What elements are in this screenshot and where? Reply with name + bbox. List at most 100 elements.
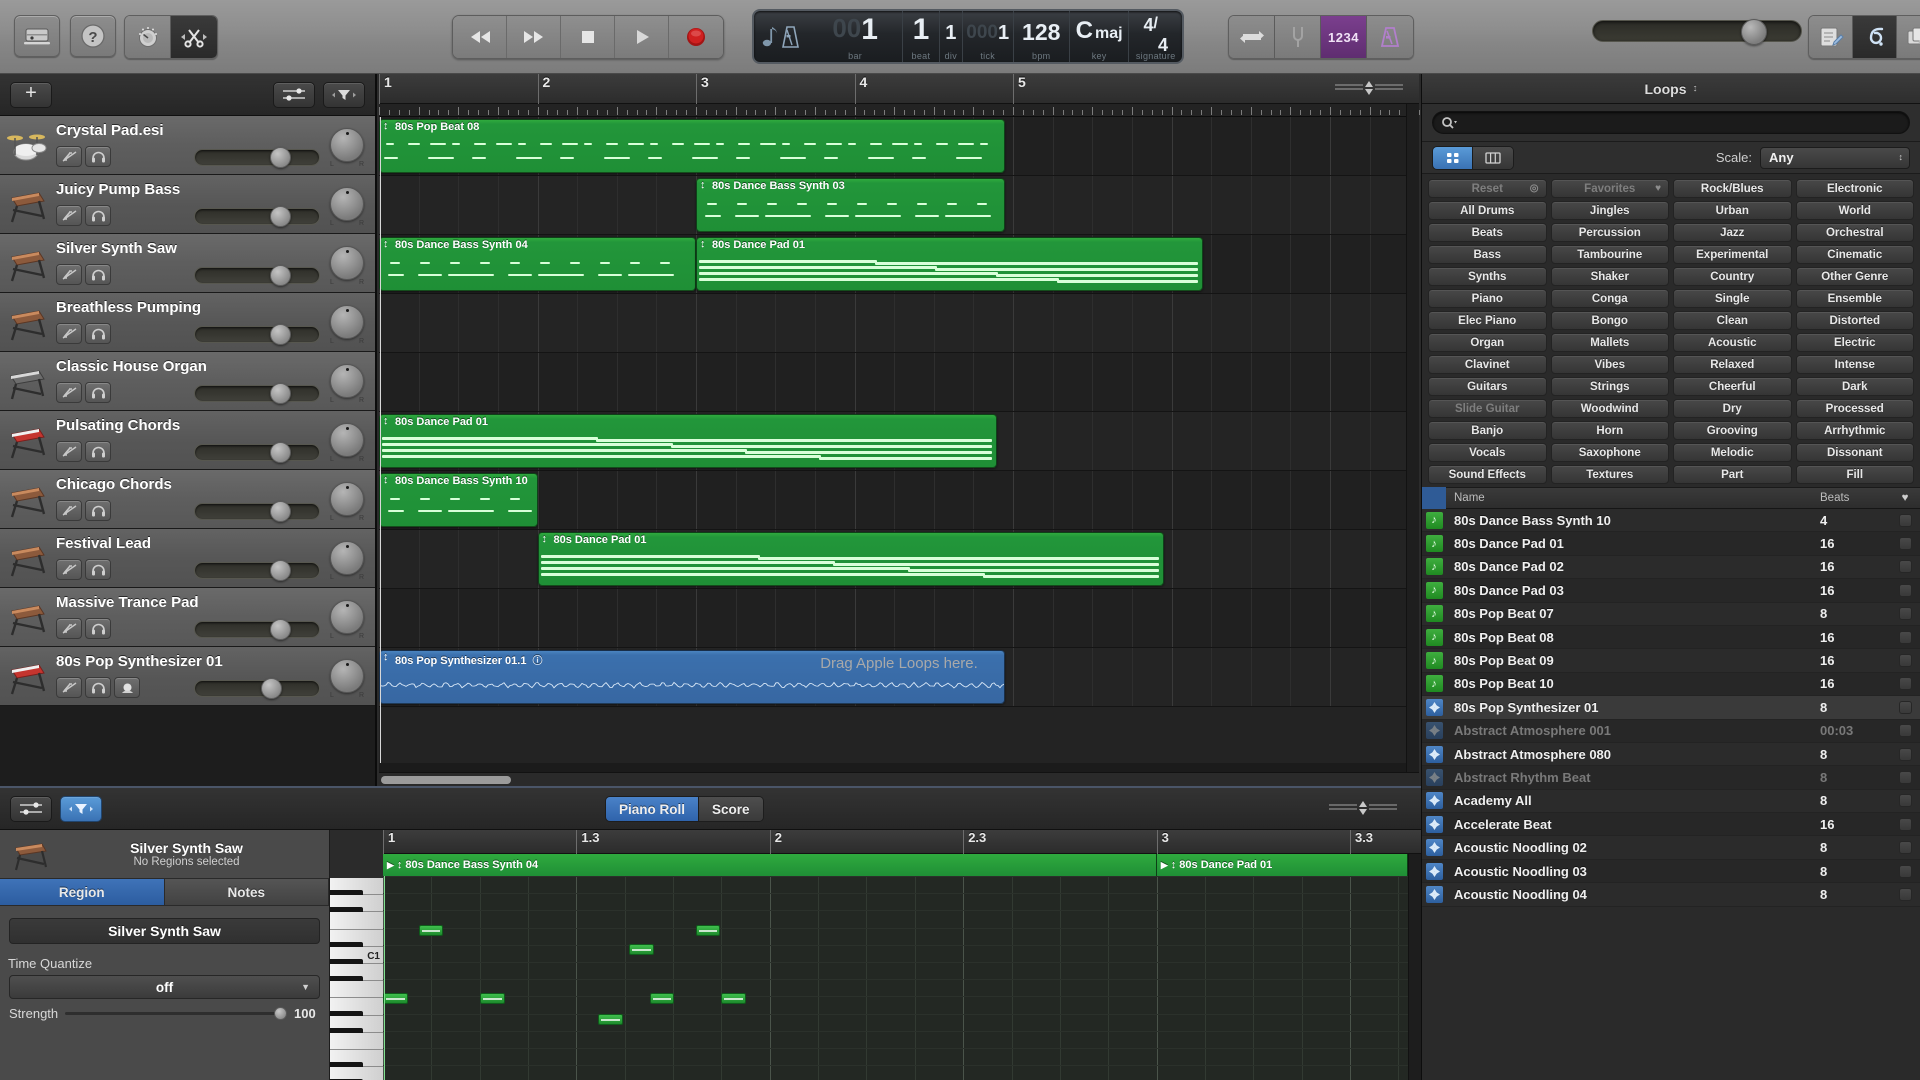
arrange-region[interactable]: 80s Dance Pad 01 [538, 532, 1164, 586]
loop-list-row[interactable]: Acoustic Noodling 04 8 [1422, 883, 1920, 906]
loop-keyword-button[interactable]: Jingles [1551, 201, 1670, 220]
track-volume-knob[interactable] [270, 501, 291, 522]
loop-browser-button[interactable] [1853, 16, 1897, 58]
arrange-region[interactable]: 80s Pop Beat 08 [379, 119, 1005, 173]
loop-keyword-button[interactable]: Beats [1428, 223, 1547, 242]
track-name-label[interactable]: Chicago Chords [56, 476, 172, 493]
loop-keyword-button[interactable]: Distorted [1796, 311, 1915, 330]
solo-button[interactable] [85, 382, 111, 403]
track-volume-knob[interactable] [261, 678, 282, 699]
track-pan-knob[interactable] [330, 482, 364, 516]
favorite-checkbox[interactable] [1899, 607, 1912, 620]
solo-button[interactable] [85, 559, 111, 580]
favorite-checkbox[interactable] [1899, 771, 1912, 784]
loop-keyword-button[interactable]: Percussion [1551, 223, 1670, 242]
loop-keyword-button[interactable]: Shaker [1551, 267, 1670, 286]
loop-browser-title-bar[interactable]: Loops ↕ [1422, 74, 1920, 104]
master-volume-slider[interactable] [1592, 20, 1802, 42]
loop-keyword-button[interactable]: World [1796, 201, 1915, 220]
loop-keyword-button[interactable]: Grooving [1673, 421, 1792, 440]
loop-list-row[interactable]: ♪ 80s Pop Beat 09 16 [1422, 649, 1920, 672]
master-volume-knob[interactable] [1741, 19, 1767, 45]
editor-configure-button[interactable] [10, 796, 52, 822]
piano-roll-note[interactable] [383, 993, 408, 1004]
loop-favorite-column-header[interactable]: ♥ [1890, 492, 1920, 504]
track-pan-knob[interactable] [330, 128, 364, 162]
solo-button[interactable] [85, 677, 111, 698]
loop-list-row[interactable]: ♪ 80s Dance Bass Synth 10 4 [1422, 509, 1920, 532]
loop-list-row[interactable]: Abstract Rhythm Beat 8 [1422, 766, 1920, 789]
track-header-row[interactable]: Crystal Pad.esi L R [0, 116, 375, 175]
loop-list-row[interactable]: Abstract Atmosphere 080 8 [1422, 743, 1920, 766]
piano-roll-region-strip[interactable]: ▶ ↕ 80s Dance Bass Synth 04 ▶ ↕ 80s Dance Pad… [383, 854, 1421, 876]
piano-roll-playhead[interactable] [384, 876, 385, 1080]
solo-button[interactable] [85, 146, 111, 167]
playhead[interactable] [380, 117, 381, 763]
track-volume-knob[interactable] [270, 383, 291, 404]
play-button[interactable] [615, 16, 669, 58]
loop-keyword-button[interactable]: Country [1673, 267, 1792, 286]
arrange-track-lane[interactable]: 80s Dance Bass Synth 10 [379, 471, 1419, 530]
mute-button[interactable] [56, 205, 82, 226]
loop-keyword-button[interactable]: Electronic [1796, 179, 1915, 198]
piano-roll-note[interactable] [480, 993, 505, 1004]
tab-piano-roll[interactable]: Piano Roll [606, 797, 699, 821]
track-configure-button[interactable] [273, 82, 315, 108]
piano-white-key[interactable] [330, 1033, 383, 1050]
track-header-row[interactable]: Silver Synth Saw L R [0, 234, 375, 293]
mute-button[interactable] [56, 677, 82, 698]
track-volume-slider[interactable] [194, 621, 320, 638]
track-pan-knob[interactable] [330, 423, 364, 457]
arrange-region[interactable]: 80s Dance Bass Synth 03 [696, 178, 1005, 232]
favorite-checkbox[interactable] [1899, 794, 1912, 807]
arrange-track-lane[interactable]: 80s Dance Bass Synth 0480s Dance Pad 01 [379, 235, 1419, 294]
piano-roll-vertical-scrollbar[interactable] [1408, 854, 1421, 1080]
arrange-horizontal-scrollbar[interactable] [379, 772, 1419, 786]
arrange-tick-strip[interactable] [379, 104, 1419, 117]
arrange-region[interactable]: 80s Dance Bass Synth 10 [379, 473, 538, 527]
loop-keyword-button[interactable]: Intense [1796, 355, 1915, 374]
loop-keyword-button[interactable]: Synths [1428, 267, 1547, 286]
track-volume-slider[interactable] [194, 562, 320, 579]
solo-button[interactable] [85, 500, 111, 521]
piano-white-key[interactable] [330, 912, 383, 929]
track-volume-slider[interactable] [194, 680, 320, 697]
track-volume-slider[interactable] [194, 208, 320, 225]
arrange-track-lane[interactable]: 80s Dance Bass Synth 03 [379, 176, 1419, 235]
loop-keyword-button[interactable]: Piano [1428, 289, 1547, 308]
loop-keyword-button[interactable]: Vocals [1428, 443, 1547, 462]
loop-keyword-button[interactable]: Acoustic [1673, 333, 1792, 352]
favorite-checkbox[interactable] [1899, 654, 1912, 667]
track-name-label[interactable]: Classic House Organ [56, 358, 207, 375]
track-pan-knob[interactable] [330, 659, 364, 693]
loop-keyword-button[interactable]: Vibes [1551, 355, 1670, 374]
loop-list-row[interactable]: Acoustic Noodling 03 8 [1422, 860, 1920, 883]
arrange-track-lane[interactable] [379, 589, 1419, 648]
add-track-button[interactable]: + [10, 82, 52, 108]
loop-keyword-button[interactable]: Rock/Blues [1673, 179, 1792, 198]
smart-controls-button[interactable] [125, 16, 171, 58]
track-name-label[interactable]: Silver Synth Saw [56, 240, 177, 257]
track-name-label[interactable]: Juicy Pump Bass [56, 181, 180, 198]
loop-keyword-button[interactable]: Tambourine [1551, 245, 1670, 264]
favorite-checkbox[interactable] [1899, 724, 1912, 737]
loop-keyword-button[interactable]: Orchestral [1796, 223, 1915, 242]
loop-keyword-button[interactable]: Bass [1428, 245, 1547, 264]
track-header-row[interactable]: Pulsating Chords L R [0, 411, 375, 470]
loop-keyword-button[interactable]: Banjo [1428, 421, 1547, 440]
mute-button[interactable] [56, 323, 82, 344]
flex-time-button[interactable] [171, 16, 217, 58]
loop-keyword-button[interactable]: Ensemble [1796, 289, 1915, 308]
track-name-label[interactable]: 80s Pop Synthesizer 01 [56, 653, 223, 670]
loop-keyword-button[interactable]: Melodic [1673, 443, 1792, 462]
lcd-display[interactable]: 00 1 bar 1 beat 1 div 000 1 tick 128 bpm [752, 9, 1184, 64]
track-pan-knob[interactable] [330, 246, 364, 280]
favorite-checkbox[interactable] [1899, 818, 1912, 831]
metronome-button[interactable] [1367, 16, 1413, 58]
scrollbar-thumb[interactable] [381, 776, 511, 784]
loop-keyword-button[interactable]: All Drums [1428, 201, 1547, 220]
track-name-label[interactable]: Crystal Pad.esi [56, 122, 164, 139]
zoom-handle-icon[interactable] [1333, 80, 1405, 96]
track-header-row[interactable]: Chicago Chords L R [0, 470, 375, 529]
track-header-row[interactable]: Massive Trance Pad L R [0, 588, 375, 647]
